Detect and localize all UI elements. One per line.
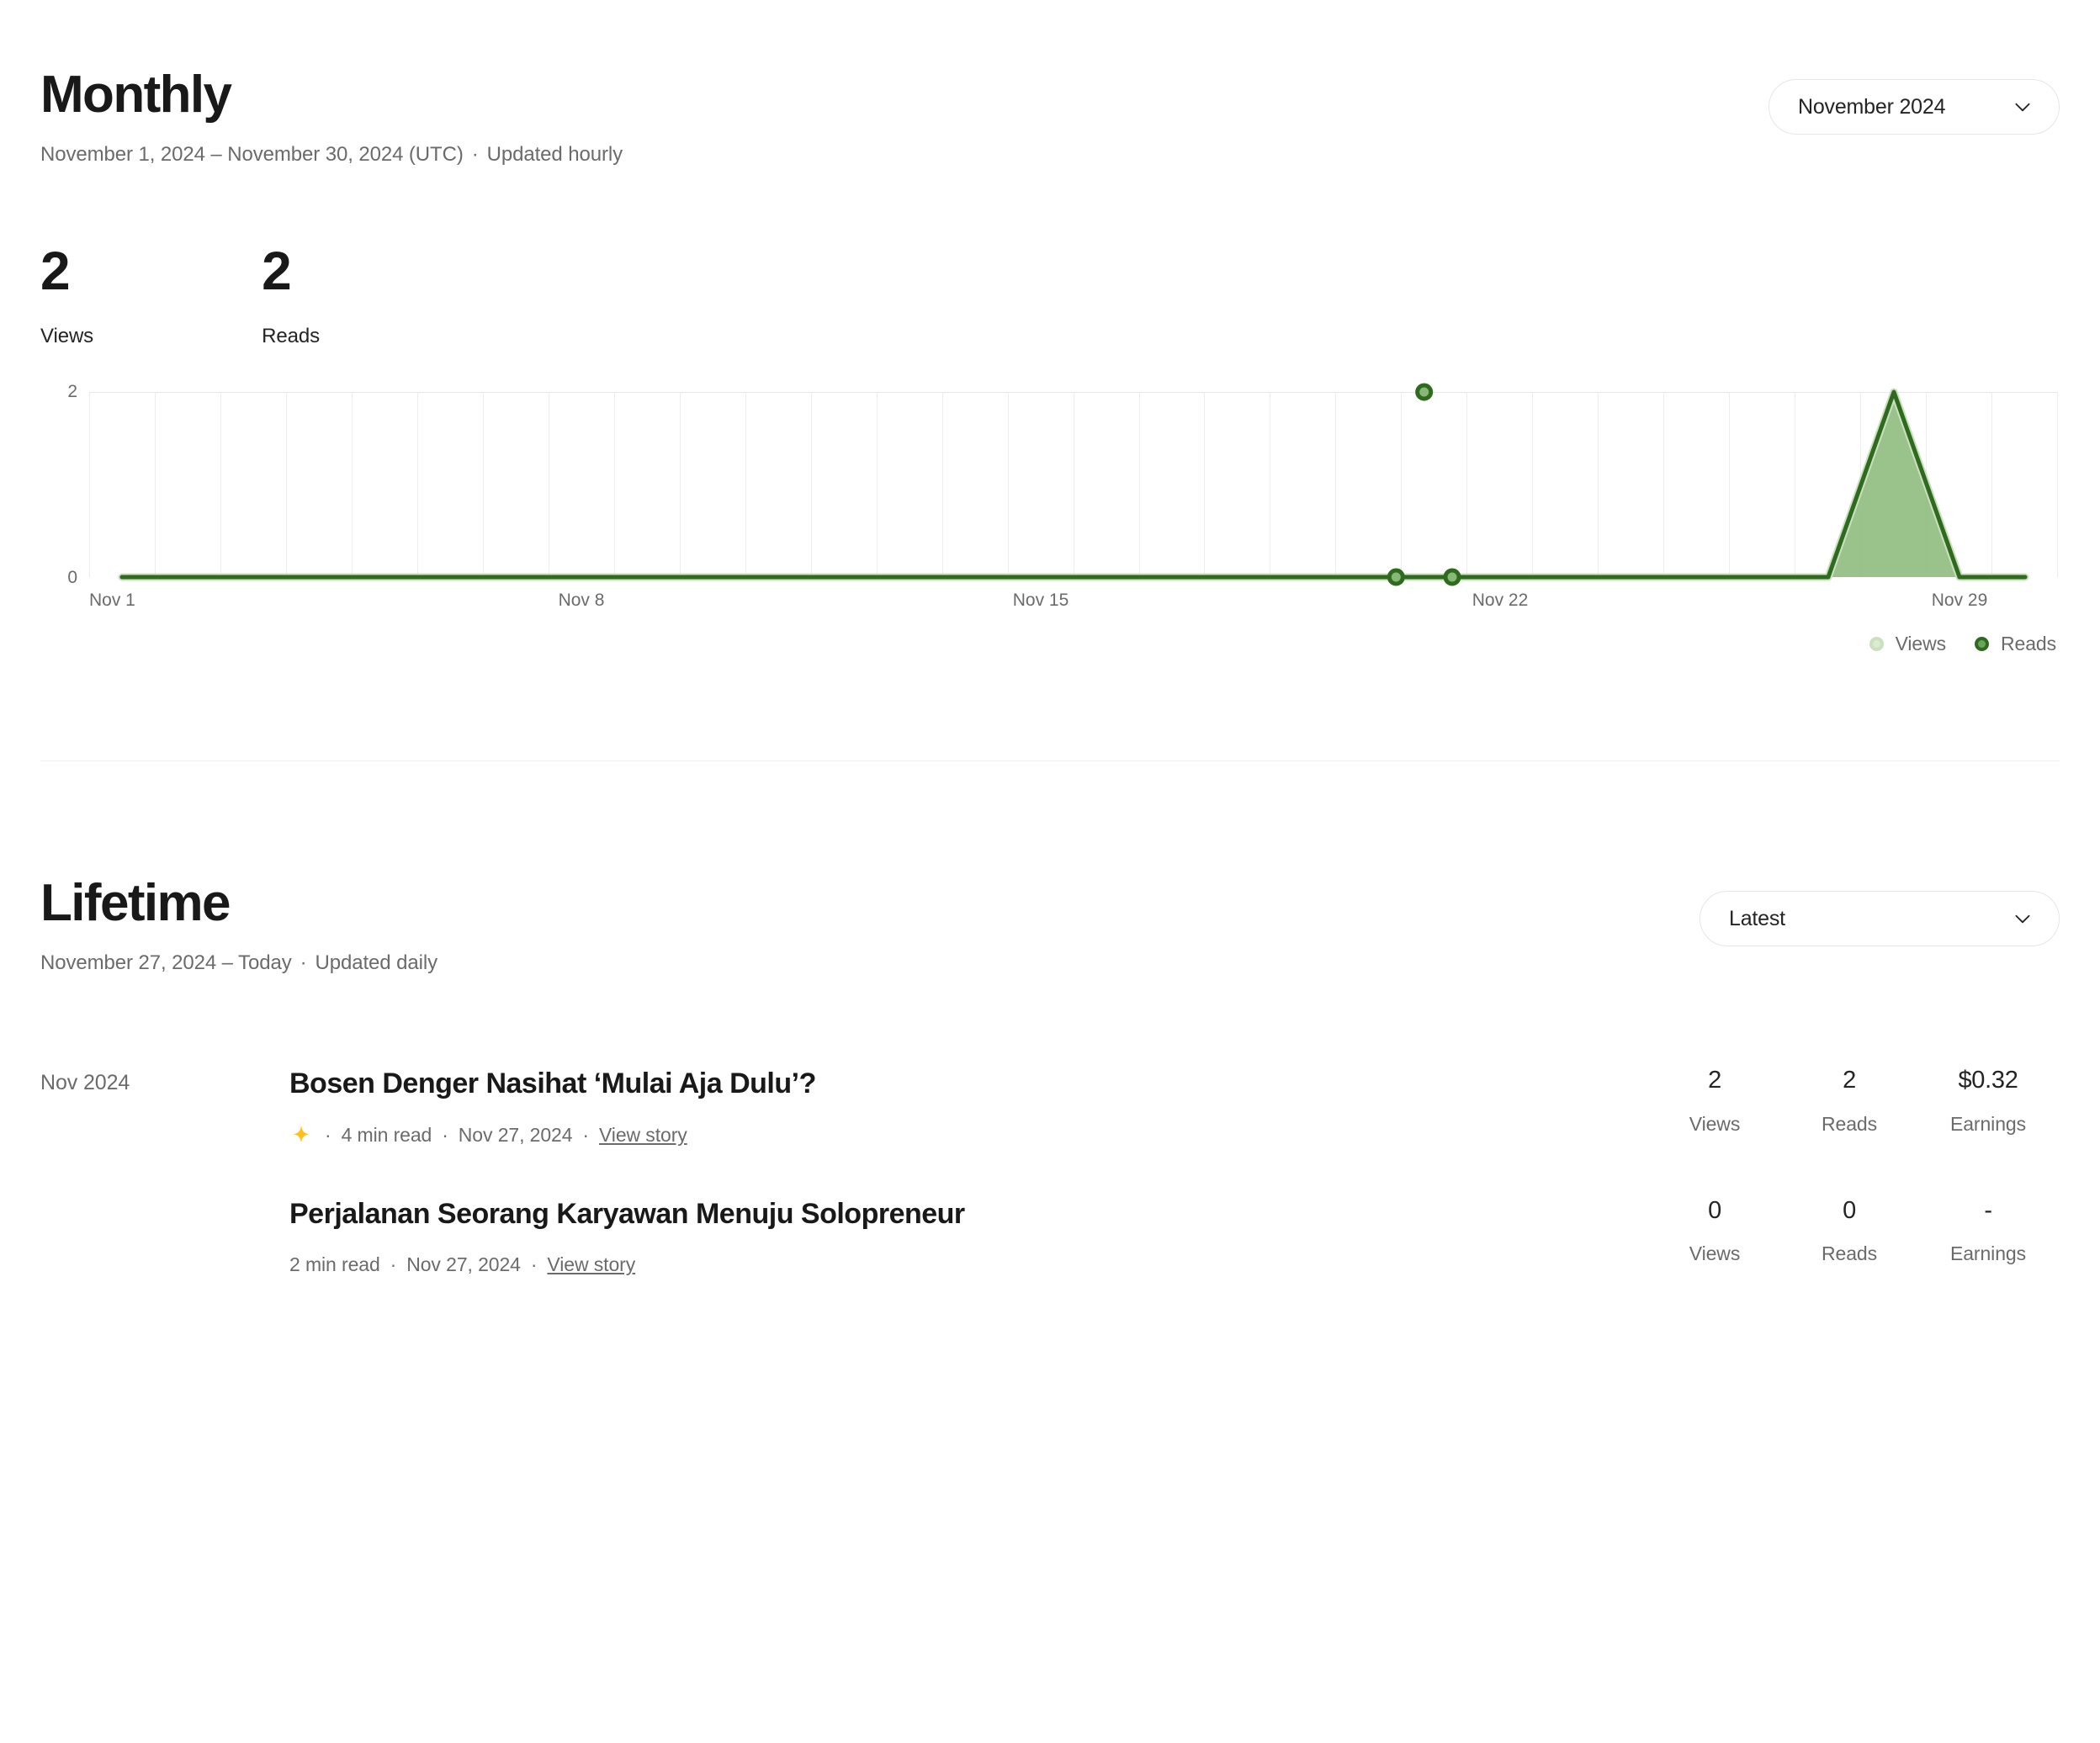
x-axis-tick-label: Nov 8 — [558, 591, 605, 610]
story-stats: 0 Views 0 Reads - Earnings — [1647, 1196, 2060, 1266]
story-stat-reads-label: Reads — [1822, 1112, 1877, 1135]
story-main: Perjalanan Seorang Karyawan Menuju Solop… — [289, 1196, 1647, 1277]
lifetime-title: Lifetime — [40, 874, 231, 932]
story-stat-earnings-label: Earnings — [1950, 1242, 2026, 1265]
story-title[interactable]: Perjalanan Seorang Karyawan Menuju Solop… — [289, 1196, 1597, 1232]
summary-views-label: Views — [40, 325, 94, 347]
story-date-group — [40, 1196, 289, 1201]
story-stat-views-label: Views — [1689, 1242, 1741, 1265]
story-date-group: Nov 2024 — [40, 1071, 130, 1094]
sort-selector-label: Latest — [1729, 906, 1785, 930]
story-meta: · 4 min read · Nov 27, 2024 · View story — [289, 1124, 1597, 1147]
chart-point-marker[interactable] — [1389, 570, 1403, 584]
meta-separator: · — [530, 1253, 538, 1275]
story-stat-reads-label: Reads — [1822, 1242, 1877, 1265]
story-read-time: 2 min read — [289, 1253, 380, 1275]
story-stat-reads-value: 0 — [1843, 1196, 1856, 1224]
x-axis-tick-label: Nov 1 — [89, 591, 135, 610]
story-stat-views: 2 Views — [1647, 1067, 1782, 1136]
lifetime-section: Lifetime November 27, 2024 – Today · Updat… — [0, 761, 2100, 1325]
x-axis-tick-labels: Nov 1 Nov 8 Nov 15 Nov 22 Nov 29 — [89, 591, 2058, 616]
lifetime-date-range: November 27, 2024 – Today — [40, 951, 292, 974]
monthly-summary-stats: 2 Views 2 Reads — [40, 244, 2060, 348]
story-stat-earnings: - Earnings — [1917, 1196, 2060, 1266]
chart-canvas — [89, 392, 2059, 577]
lifetime-subtitle: November 27, 2024 – Today · Updated daily — [40, 951, 438, 975]
meta-separator: · — [442, 1124, 448, 1146]
legend-item-views[interactable]: Views — [1869, 633, 1946, 655]
monthly-header: Monthly November 1, 2024 – November 30, … — [40, 0, 2060, 167]
story-stat-earnings-value: $0.32 — [1958, 1067, 2018, 1094]
monthly-chart[interactable]: 2 0 Nov 1 Nov 8 Nov 15 Nov 22 Nov 29 Views Re… — [40, 382, 2060, 655]
story-title[interactable]: Bosen Denger Nasihat ‘Mulai Aja Dulu’? — [289, 1066, 1597, 1102]
view-story-link[interactable]: View story — [599, 1124, 687, 1147]
month-selector-button[interactable]: November 2024 — [1769, 79, 2060, 135]
story-main: Bosen Denger Nasihat ‘Mulai Aja Dulu’? · 4… — [289, 1066, 1647, 1147]
summary-stat-views: 2 Views — [40, 244, 93, 348]
stats-page: Monthly November 1, 2024 – November 30, … — [0, 0, 2100, 1743]
x-axis-tick-label: Nov 15 — [1012, 591, 1069, 610]
x-axis-tick-label: Nov 22 — [1472, 591, 1529, 610]
summary-reads-label: Reads — [262, 325, 320, 347]
member-only-star-icon — [289, 1124, 313, 1147]
section-divider — [40, 760, 2060, 761]
chart-legend: Views Reads — [1869, 633, 2056, 655]
monthly-section: Monthly November 1, 2024 – November 30, … — [0, 0, 2100, 761]
legend-label: Reads — [2001, 633, 2056, 654]
story-stat-reads: 0 Reads — [1782, 1196, 1917, 1266]
meta-separator: · — [582, 1124, 589, 1146]
legend-swatch-views-icon — [1869, 637, 1884, 651]
story-published-date: Nov 27, 2024 — [458, 1124, 573, 1146]
story-stats: 2 Views 2 Reads $0.32 Earnings — [1647, 1066, 2060, 1136]
story-published-date: Nov 27, 2024 — [406, 1253, 521, 1275]
chart-point-marker[interactable] — [1418, 385, 1431, 399]
monthly-update-cadence: Updated hourly — [486, 143, 623, 166]
chart-data-point-markers — [89, 392, 2058, 577]
story-stat-earnings-label: Earnings — [1950, 1112, 2026, 1135]
story-stat-reads: 2 Reads — [1782, 1067, 1917, 1136]
monthly-header-text: Monthly November 1, 2024 – November 30, … — [40, 69, 623, 167]
lifetime-header: Lifetime November 27, 2024 – Today · Updat… — [40, 761, 2060, 975]
lifetime-subtitle-separator: · — [300, 951, 307, 974]
story-stat-views: 0 Views — [1647, 1196, 1782, 1266]
view-story-link[interactable]: View story — [547, 1253, 635, 1276]
lifetime-update-cadence: Updated daily — [315, 951, 438, 974]
chevron-down-icon — [2012, 96, 2034, 118]
story-stat-reads-value: 2 — [1843, 1067, 1856, 1094]
story-row: Nov 2024 Bosen Denger Nasihat ‘Mulai Aja … — [40, 1066, 2060, 1196]
legend-swatch-reads-icon — [1975, 637, 1989, 651]
lifetime-header-text: Lifetime November 27, 2024 – Today · Updat… — [40, 877, 438, 975]
story-stat-views-label: Views — [1689, 1112, 1741, 1135]
story-stat-earnings: $0.32 Earnings — [1917, 1067, 2060, 1136]
chevron-down-icon — [2012, 908, 2034, 930]
meta-separator: · — [325, 1124, 331, 1146]
story-stat-views-value: 0 — [1708, 1196, 1721, 1224]
legend-item-reads[interactable]: Reads — [1975, 633, 2056, 655]
chart-plot-area: 2 0 — [40, 382, 2060, 587]
subtitle-separator: · — [471, 143, 479, 166]
summary-views-value: 2 — [40, 241, 71, 301]
monthly-date-range: November 1, 2024 – November 30, 2024 (UT… — [40, 143, 464, 166]
page-title: Monthly — [40, 66, 232, 124]
chart-point-marker[interactable] — [1445, 570, 1459, 584]
sort-selector-button[interactable]: Latest — [1700, 891, 2060, 946]
story-stat-earnings-value: - — [1984, 1196, 1992, 1224]
legend-label: Views — [1895, 633, 1947, 654]
story-list: Nov 2024 Bosen Denger Nasihat ‘Mulai Aja … — [40, 1066, 2060, 1325]
story-stat-views-value: 2 — [1708, 1067, 1721, 1094]
story-read-time: 4 min read — [341, 1124, 432, 1146]
y-axis-tick-max: 2 — [67, 382, 77, 401]
x-axis-tick-label: Nov 29 — [1931, 591, 1988, 610]
summary-stat-reads: 2 Reads — [262, 244, 320, 348]
monthly-subtitle: November 1, 2024 – November 30, 2024 (UT… — [40, 143, 623, 167]
story-meta: 2 min read · Nov 27, 2024 · View story — [289, 1253, 1597, 1276]
y-axis-tick-min: 0 — [67, 568, 77, 587]
month-selector-label: November 2024 — [1798, 94, 1946, 119]
story-row: Perjalanan Seorang Karyawan Menuju Solop… — [40, 1196, 2060, 1326]
meta-separator: · — [390, 1253, 397, 1275]
summary-reads-value: 2 — [262, 241, 292, 301]
